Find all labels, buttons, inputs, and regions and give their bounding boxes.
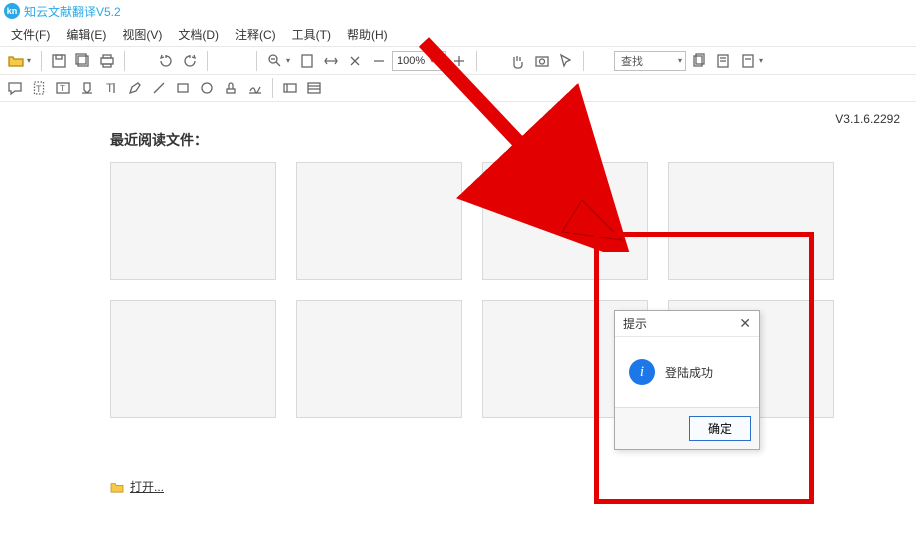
recent-files-heading: 最近阅读文件：	[110, 130, 876, 150]
dialog-footer: 确定	[615, 407, 759, 449]
separator	[272, 78, 273, 98]
text-select-button[interactable]: T	[28, 77, 50, 99]
pencil-button[interactable]	[124, 77, 146, 99]
save-all-button[interactable]	[72, 50, 94, 72]
copy-button[interactable]	[688, 50, 710, 72]
search-combo[interactable]: 查找 ▾	[614, 51, 686, 71]
svg-text:T: T	[60, 84, 65, 93]
menu-tools[interactable]: 工具(T)	[285, 24, 338, 45]
svg-text:T: T	[106, 81, 114, 95]
rect-button[interactable]	[172, 77, 194, 99]
signature-button[interactable]	[244, 77, 266, 99]
cursor-tool-button[interactable]	[555, 50, 577, 72]
zoom-plus-button[interactable]	[448, 50, 470, 72]
separator	[41, 51, 42, 71]
form-field-button[interactable]	[279, 77, 301, 99]
typewriter-button[interactable]: T	[100, 77, 122, 99]
dialog-title-text: 提示	[623, 315, 647, 332]
zoom-minus-button[interactable]	[368, 50, 390, 72]
app-title: 知云文献翻译V5.2	[24, 3, 121, 20]
menu-comment[interactable]: 注释(C)	[228, 24, 283, 45]
stamp-button[interactable]	[220, 77, 242, 99]
zoom-combo[interactable]: 100% ▾	[392, 51, 446, 71]
snapshot-button[interactable]	[531, 50, 553, 72]
menu-help[interactable]: 帮助(H)	[340, 24, 395, 45]
settings-button[interactable]: ▾	[736, 50, 767, 72]
separator	[476, 51, 477, 71]
menu-view[interactable]: 视图(V)	[115, 24, 169, 45]
highlight-button[interactable]	[76, 77, 98, 99]
main-canvas: 最近阅读文件： 打开...	[0, 104, 916, 557]
page-button[interactable]	[712, 50, 734, 72]
recent-file-card[interactable]	[110, 300, 276, 418]
recent-files-grid	[110, 162, 876, 418]
info-icon: i	[629, 359, 655, 385]
recent-file-card[interactable]	[482, 162, 648, 280]
save-button[interactable]	[48, 50, 70, 72]
folder-icon	[110, 481, 124, 493]
dialog-titlebar: 提示 ✕	[615, 311, 759, 337]
toolbar-annotate: T T T	[0, 74, 916, 102]
title-bar: kn 知云文献翻译V5.2	[0, 0, 916, 22]
zoom-out-button[interactable]: ▾	[263, 50, 294, 72]
separator	[583, 51, 584, 71]
menu-bar: 文件(F) 编辑(E) 视图(V) 文档(D) 注释(C) 工具(T) 帮助(H…	[0, 22, 916, 46]
separator	[256, 51, 257, 71]
recent-file-card[interactable]	[296, 162, 462, 280]
circle-button[interactable]	[196, 77, 218, 99]
login-success-dialog: 提示 ✕ i 登陆成功 确定	[614, 310, 760, 450]
open-file-label: 打开...	[130, 478, 164, 495]
recent-file-card[interactable]	[110, 162, 276, 280]
svg-text:T: T	[36, 84, 42, 94]
chevron-down-icon: ▾	[27, 56, 31, 65]
toolbar-main: ▾ ▾ 100% ▾ 查找 ▾ ▾	[0, 46, 916, 74]
open-file-link[interactable]: 打开...	[110, 478, 876, 495]
actual-size-button[interactable]	[344, 50, 366, 72]
rotate-left-button[interactable]	[155, 50, 177, 72]
chevron-down-icon: ▾	[430, 56, 434, 65]
app-icon: kn	[4, 3, 20, 19]
menu-edit[interactable]: 编辑(E)	[59, 24, 113, 45]
rotate-right-button[interactable]	[179, 50, 201, 72]
text-box-button[interactable]: T	[52, 77, 74, 99]
search-placeholder: 查找	[621, 53, 643, 69]
menu-doc[interactable]: 文档(D)	[171, 24, 226, 45]
menu-file[interactable]: 文件(F)	[4, 24, 57, 45]
dialog-body: i 登陆成功	[615, 337, 759, 407]
fit-width-button[interactable]	[320, 50, 342, 72]
separator	[207, 51, 208, 71]
line-button[interactable]	[148, 77, 170, 99]
note-tool-button[interactable]	[4, 77, 26, 99]
open-button[interactable]: ▾	[4, 50, 35, 72]
recent-file-card[interactable]	[296, 300, 462, 418]
close-icon[interactable]: ✕	[739, 315, 751, 332]
chevron-down-icon: ▾	[678, 56, 682, 65]
fit-page-button[interactable]	[296, 50, 318, 72]
print-button[interactable]	[96, 50, 118, 72]
ok-button[interactable]: 确定	[689, 416, 751, 441]
zoom-value: 100%	[397, 55, 425, 67]
hand-tool-button[interactable]	[507, 50, 529, 72]
separator	[124, 51, 125, 71]
form-list-button[interactable]	[303, 77, 325, 99]
dialog-message: 登陆成功	[665, 364, 713, 381]
recent-file-card[interactable]	[668, 162, 834, 280]
